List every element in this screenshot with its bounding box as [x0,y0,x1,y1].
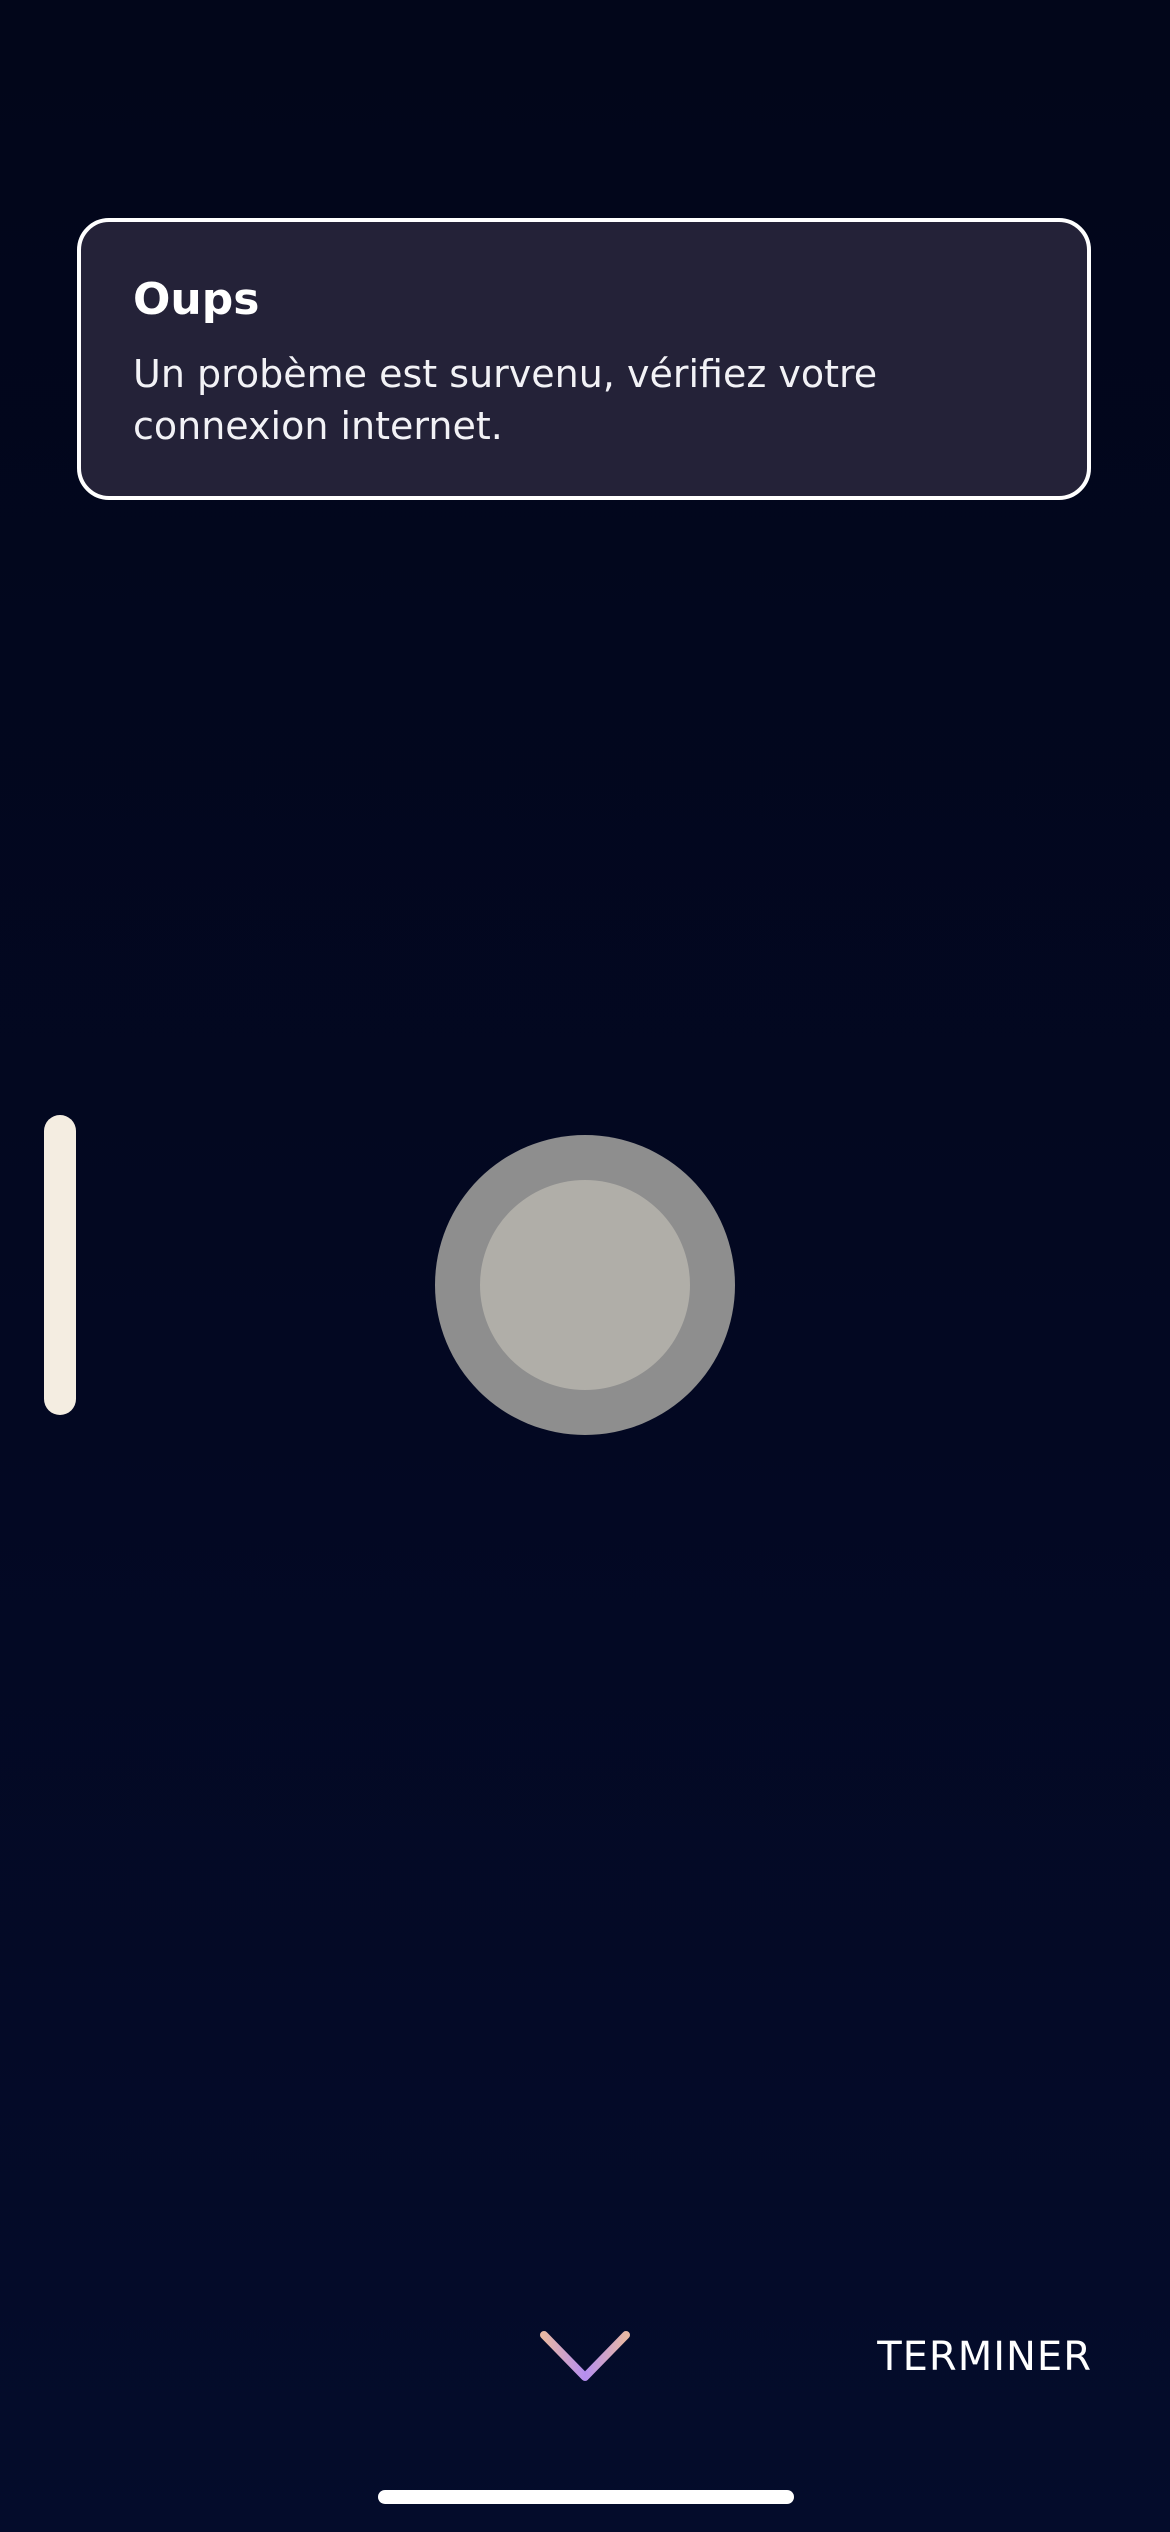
chevron-down-icon[interactable] [538,2327,632,2387]
error-toast[interactable]: Oups Un probème est survenu, vérifiez vo… [77,218,1091,500]
record-button[interactable] [435,1135,735,1435]
finish-button[interactable]: TERMINER [877,2331,1092,2383]
record-button-inner [480,1180,690,1390]
home-indicator[interactable] [378,2490,794,2504]
toast-title: Oups [133,274,260,325]
side-slider-handle[interactable] [44,1115,76,1415]
toast-message: Un probème est survenu, vérifiez votre c… [133,352,878,448]
